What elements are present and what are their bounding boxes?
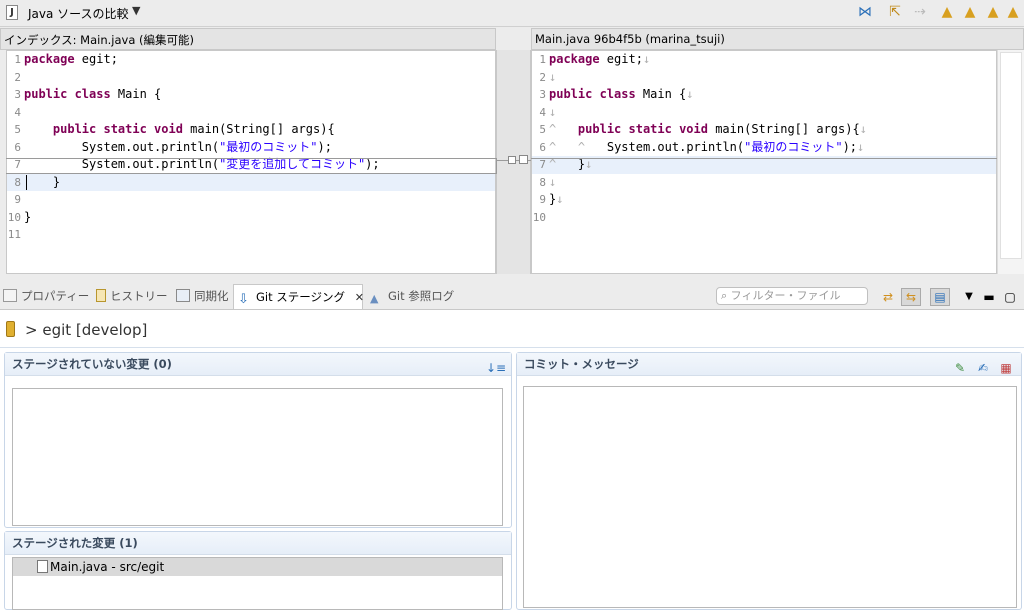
tab-label: Git ステージング	[256, 290, 346, 304]
separator	[0, 347, 1024, 348]
sort-icon[interactable]: ↓≡	[486, 360, 506, 376]
next-difference-icon[interactable]: ▲	[937, 3, 957, 21]
commit-message-title: コミット・メッセージ	[517, 353, 1021, 376]
code-line: 4	[14, 105, 21, 119]
git-reflog-icon: ▲	[370, 292, 379, 305]
repository-icon	[6, 321, 15, 337]
code-line: 6 System.out.println("最初のコミット");	[14, 139, 332, 154]
add-change-id-icon[interactable]: ▦	[998, 360, 1014, 376]
code-line: 5 ^ public static void main(String[] args…	[539, 122, 867, 136]
presentation-icon[interactable]: ▤	[930, 288, 950, 306]
tab-history[interactable]: ヒストリー	[96, 284, 168, 309]
diff-connector-node	[508, 156, 516, 164]
code-line: 10	[532, 210, 546, 224]
repository-label: > egit [develop]	[6, 318, 147, 342]
repository-name: > egit [develop]	[25, 321, 148, 339]
maximize-icon[interactable]: ▢	[1002, 289, 1018, 305]
code-line: 2	[14, 70, 21, 84]
filter-files-input[interactable]: ⌕ フィルター・ファイル	[716, 287, 868, 305]
code-line: 4 ↓	[539, 104, 557, 119]
filter-placeholder: フィルター・ファイル	[730, 289, 841, 302]
tab-label: Git 参照ログ	[388, 289, 455, 303]
tab-git-staging[interactable]: ⇩ Git ステージング ✕	[233, 284, 364, 309]
code-line: 8 ↓	[539, 174, 557, 189]
git-staging-icon: ⇩	[238, 292, 249, 307]
code-line: 10}	[7, 209, 32, 224]
list-item[interactable]: Main.java - src/egit	[13, 558, 502, 576]
right-pane-header: Main.java 96b4f5b (marina_tsuji)	[531, 28, 1024, 50]
next-change-icon[interactable]: ▲	[983, 3, 1003, 21]
signed-off-icon[interactable]: ✍	[975, 360, 991, 376]
refresh-icon[interactable]: ⇄	[880, 289, 896, 305]
previous-change-icon[interactable]: ▲	[1003, 3, 1023, 21]
previous-difference-icon[interactable]: ▲	[960, 3, 980, 21]
java-file-icon: J	[6, 5, 18, 20]
copy-current-change-icon[interactable]: ⇢	[910, 3, 930, 21]
diff-region-left	[6, 158, 497, 174]
code-line: 9}↓	[539, 192, 564, 206]
code-line: 9	[14, 193, 21, 206]
unstaged-changes-title: ステージされていない変更 (0)	[5, 353, 511, 376]
tab-label: ヒストリー	[110, 289, 168, 303]
close-icon[interactable]: ✕	[355, 291, 364, 304]
staged-changes-title: ステージされた変更 (1)	[5, 532, 511, 555]
tab-git-reflog[interactable]: ▲ Git 参照ログ	[370, 284, 454, 309]
code-line: 3 public class Main {↓	[539, 87, 694, 101]
code-line: 2 ↓	[539, 69, 557, 84]
history-icon	[96, 289, 106, 302]
staged-file-label: Main.java - src/egit	[50, 560, 165, 574]
amend-icon[interactable]: ✎	[952, 360, 968, 376]
copy-change-button[interactable]	[519, 155, 528, 164]
right-editor: 1 package egit;↓ 2 ↓ 3 public class Main {↓…	[531, 50, 997, 274]
code-line: 5 public static void main(String[] args)…	[14, 122, 335, 136]
compare-menu-dropdown[interactable]: ▼	[132, 4, 140, 17]
code-line: 1 package egit;↓	[539, 52, 651, 66]
unstaged-file-list[interactable]	[12, 388, 503, 526]
view-menu-icon[interactable]: ▼	[961, 289, 977, 305]
tab-label: 同期化	[194, 289, 229, 303]
overview-ruler-track	[1000, 52, 1022, 259]
minimize-icon[interactable]: ▬	[981, 289, 997, 305]
left-pane-header: インデックス: Main.java (編集可能)	[0, 28, 496, 50]
text-caret	[26, 175, 27, 190]
link-with-selection-icon[interactable]: ⇆	[901, 288, 921, 306]
sync-panes-icon[interactable]: ⋈	[855, 3, 875, 21]
synchronize-icon	[176, 289, 190, 302]
code-line: 1 package egit;	[14, 52, 118, 66]
tab-synchronize[interactable]: 同期化	[176, 284, 229, 309]
search-icon: ⌕	[721, 289, 728, 302]
commit-message-input[interactable]	[523, 386, 1017, 608]
code-line: 11	[7, 228, 21, 241]
code-line: 6 ^ ^ System.out.println("最初のコミット");↓	[539, 139, 865, 154]
code-line: 3 public class Main {	[14, 87, 162, 101]
java-file-icon	[37, 560, 48, 573]
code-line-current: 8 }	[7, 173, 495, 191]
compare-title: Java ソースの比較	[28, 7, 129, 21]
diff-region-right	[531, 158, 997, 159]
tab-label: プロパティー	[21, 289, 90, 303]
tab-properties[interactable]: プロパティー	[3, 284, 89, 309]
copy-all-left-to-right-icon[interactable]: ⇱	[885, 3, 905, 21]
properties-icon	[3, 289, 17, 302]
